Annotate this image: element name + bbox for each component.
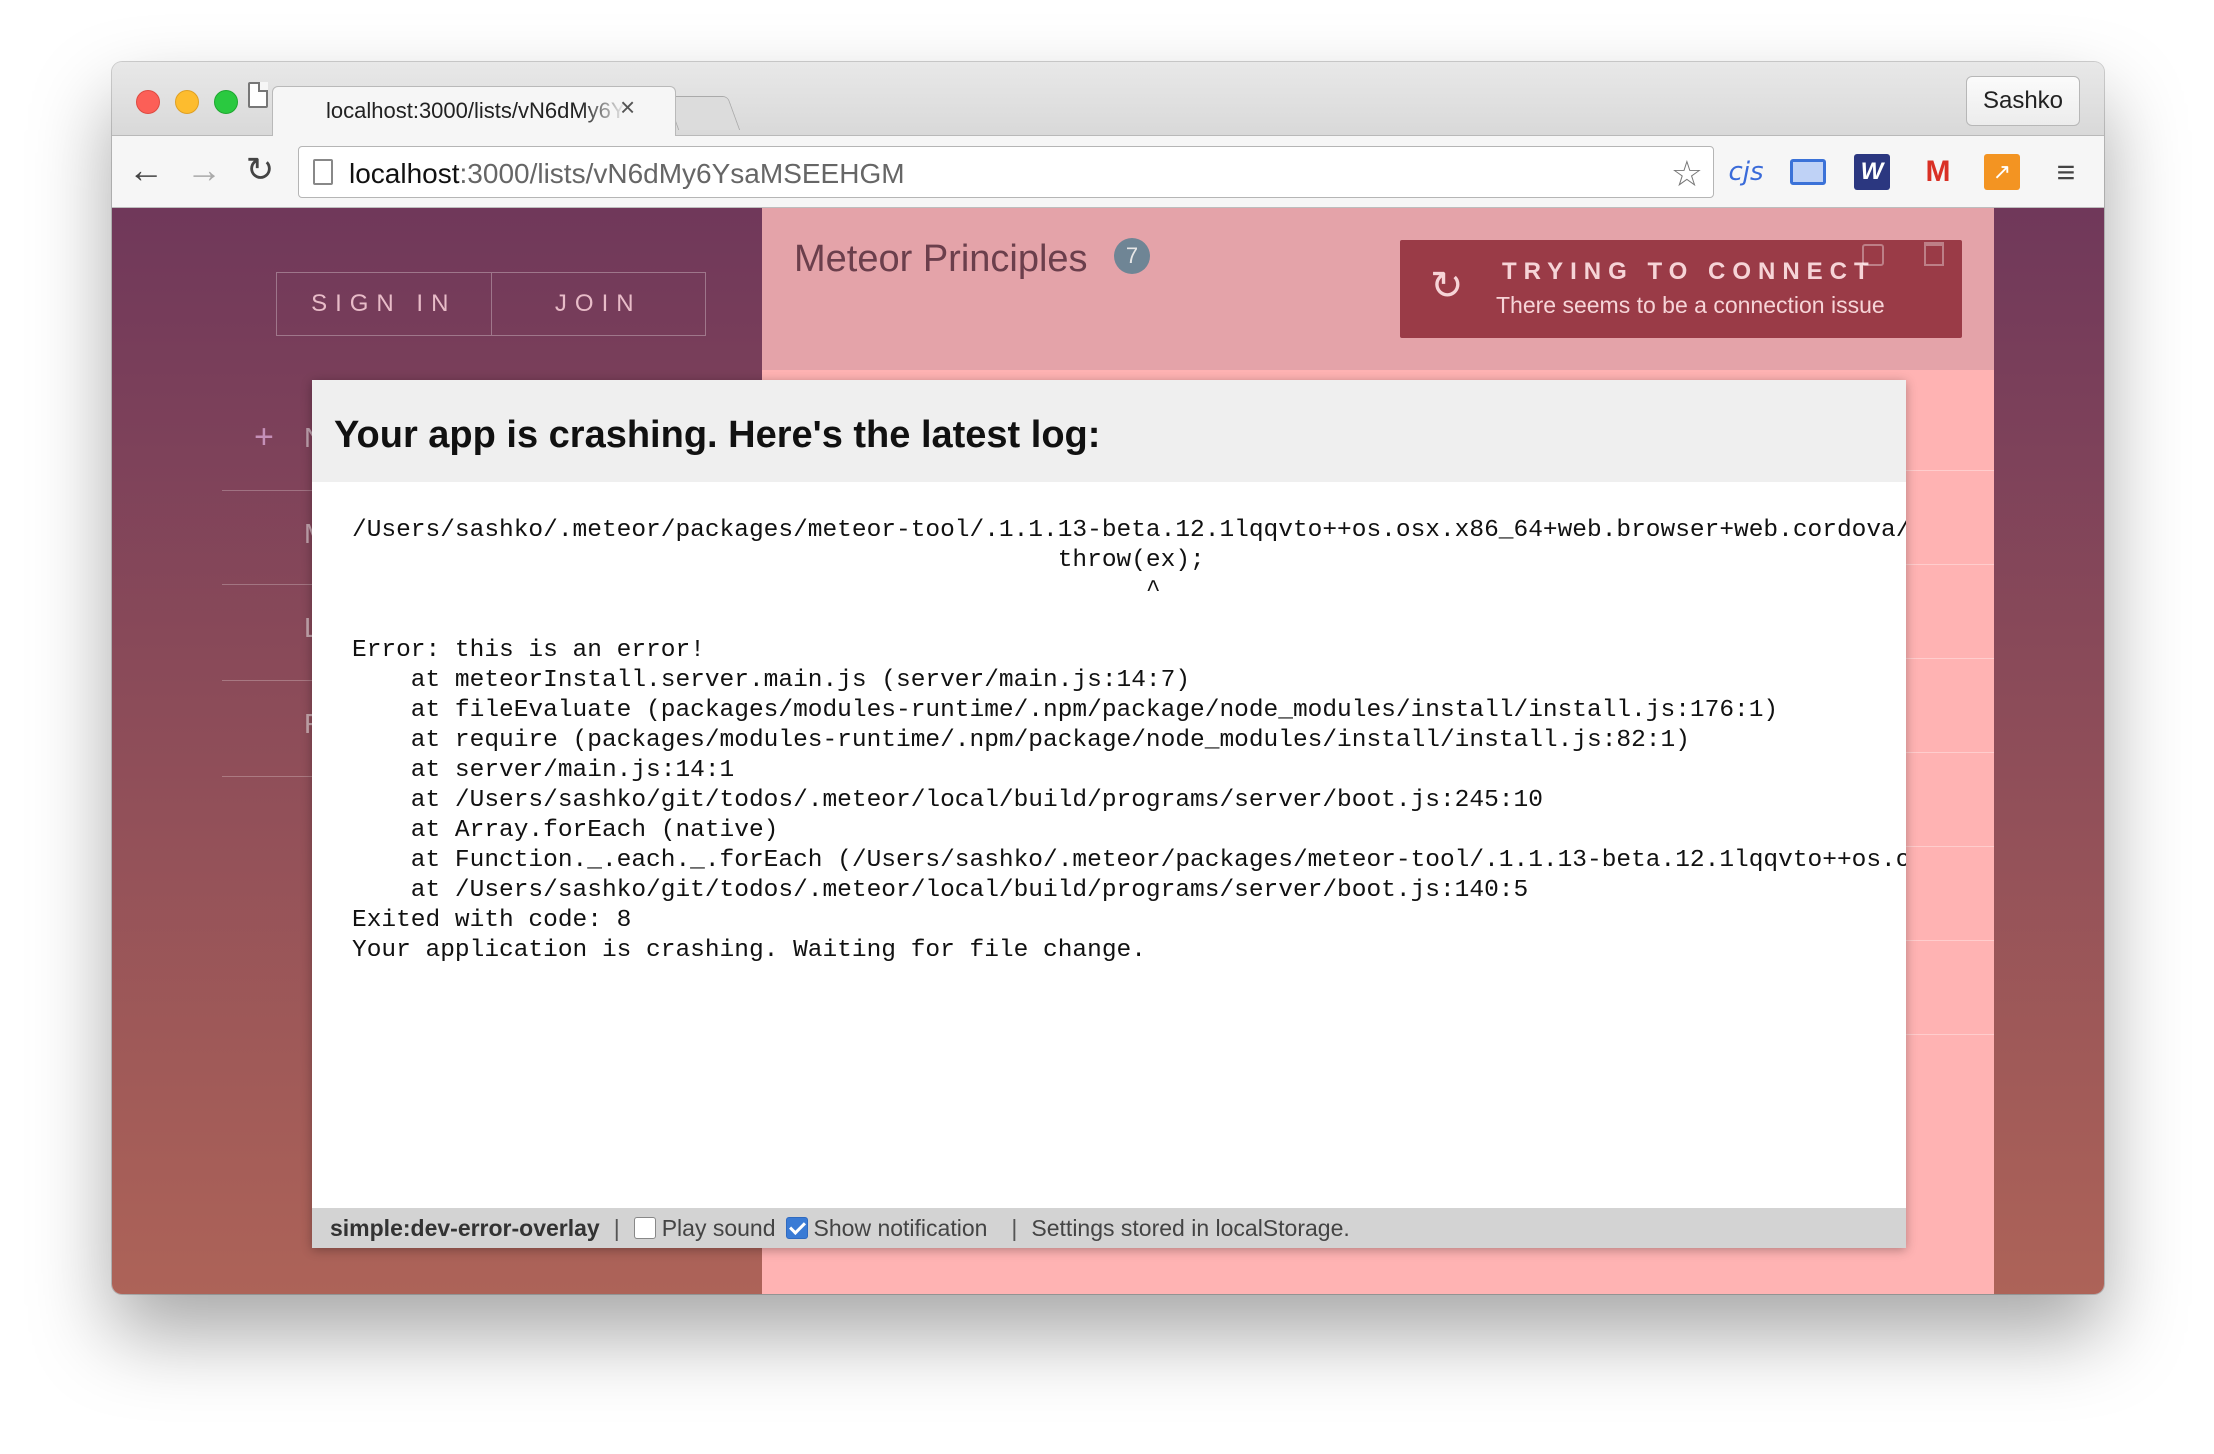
address-path: :3000/lists/vN6dMy6YsaMSEEHGM — [459, 158, 905, 189]
separator: | — [613, 1214, 620, 1241]
right-background — [1994, 208, 2104, 1294]
profile-button[interactable]: Sashko — [1966, 76, 2080, 126]
list-count-badge: 7 — [1114, 238, 1150, 274]
error-overlay: Your app is crashing. Here's the latest … — [312, 380, 1906, 1248]
cjs-extension-icon[interactable]: cjs — [1728, 154, 1764, 190]
show-notification-option[interactable]: Show notification — [785, 1214, 988, 1242]
play-sound-label: Play sound — [661, 1214, 776, 1241]
sign-in-button[interactable]: SIGN IN — [277, 273, 492, 335]
address-bar[interactable]: localhost:3000/lists/vN6dMy6YsaMSEEHGM ☆ — [298, 146, 1714, 198]
connection-notification: ↻ TRYING TO CONNECT There seems to be a … — [1400, 240, 1962, 338]
log-line: at meteorInstall.server.main.js (server/… — [410, 667, 1191, 694]
log-line: Error: this is an error! — [352, 637, 705, 664]
reconnect-icon[interactable]: ↻ — [1430, 264, 1464, 308]
reload-icon[interactable]: ↻ — [238, 148, 282, 192]
overlay-title: Your app is crashing. Here's the latest … — [334, 414, 1101, 456]
minimize-window-button[interactable] — [175, 90, 199, 114]
zoom-window-button[interactable] — [214, 90, 238, 114]
log-line: at server/main.js:14:1 — [410, 757, 735, 784]
separator: | — [1011, 1214, 1018, 1241]
play-sound-option[interactable]: Play sound — [633, 1214, 776, 1242]
bookmark-star-icon[interactable]: ☆ — [1671, 153, 1703, 195]
lock-icon[interactable] — [1862, 244, 1884, 266]
log-line: Exited with code: 8 — [352, 907, 632, 934]
log-line: throw(ex); — [1057, 547, 1205, 574]
connection-subtitle: There seems to be a connection issue — [1496, 292, 1885, 318]
overlay-header: Your app is crashing. Here's the latest … — [312, 380, 1906, 482]
address-host: localhost — [349, 158, 460, 189]
join-button[interactable]: JOIN — [492, 273, 706, 335]
log-line: ^ — [1145, 577, 1161, 604]
back-arrow-icon[interactable]: ← — [124, 148, 168, 192]
w-extension-icon[interactable]: W — [1854, 154, 1890, 190]
error-log: /Users/sashko/.meteor/packages/meteor-to… — [352, 516, 1906, 1076]
log-line: Your application is crashing. Waiting fo… — [352, 937, 1146, 964]
gmail-extension-icon[interactable]: M — [1920, 154, 1956, 190]
menu-icon[interactable]: ≡ — [2048, 154, 2084, 190]
page-icon — [248, 82, 268, 108]
connection-title: TRYING TO CONNECT — [1502, 258, 1876, 285]
close-window-button[interactable] — [136, 90, 160, 114]
browser-window: localhost:3000/lists/vN6dMy6YsaMSEEHGM ×… — [112, 62, 2104, 1294]
log-line: at Function._.each._.forEach (/Users/sas… — [410, 847, 1906, 874]
browser-toolbar: ← → ↻ localhost:3000/lists/vN6dMy6YsaMSE… — [112, 136, 2104, 208]
log-line: at /Users/sashko/git/todos/.meteor/local… — [410, 877, 1529, 904]
package-name: simple:dev-error-overlay — [330, 1214, 600, 1241]
new-tab-button[interactable] — [665, 96, 741, 130]
storage-note: Settings stored in localStorage. — [1031, 1214, 1350, 1241]
auth-buttons: SIGN IN JOIN — [276, 272, 706, 336]
overlay-footer: simple:dev-error-overlay | Play sound Sh… — [312, 1208, 1906, 1248]
log-line: at require (packages/modules-runtime/.np… — [410, 727, 1690, 754]
log-line: at Array.forEach (native) — [410, 817, 779, 844]
log-line: /Users/sashko/.meteor/packages/meteor-to… — [352, 517, 1906, 544]
page-icon — [313, 159, 333, 185]
log-line: at /Users/sashko/git/todos/.meteor/local… — [410, 787, 1543, 814]
show-notification-label: Show notification — [813, 1214, 988, 1241]
list-title[interactable]: Meteor Principles — [794, 238, 1088, 281]
tab-strip: localhost:3000/lists/vN6dMy6YsaMSEEHGM ×… — [112, 62, 2104, 137]
trash-icon[interactable] — [1924, 242, 1944, 266]
tab-title: localhost:3000/lists/vN6dMy6YsaMSEEHGM — [326, 98, 626, 123]
plus-icon[interactable]: + — [254, 418, 274, 457]
cast-extension-icon[interactable] — [1790, 154, 1826, 190]
log-line: at fileEvaluate (packages/modules-runtim… — [410, 697, 1779, 724]
address-text[interactable]: localhost:3000/lists/vN6dMy6YsaMSEEHGM — [349, 158, 905, 190]
page-viewport: SIGN IN JOIN + N M L F Meteor Principles… — [112, 208, 2104, 1294]
tab-close-icon[interactable]: × — [620, 94, 635, 120]
play-sound-checkbox[interactable] — [633, 1217, 656, 1239]
forward-arrow-icon[interactable]: → — [182, 148, 226, 192]
show-notification-checkbox[interactable] — [785, 1217, 808, 1239]
analytics-extension-icon[interactable]: ↗ — [1984, 154, 2020, 190]
